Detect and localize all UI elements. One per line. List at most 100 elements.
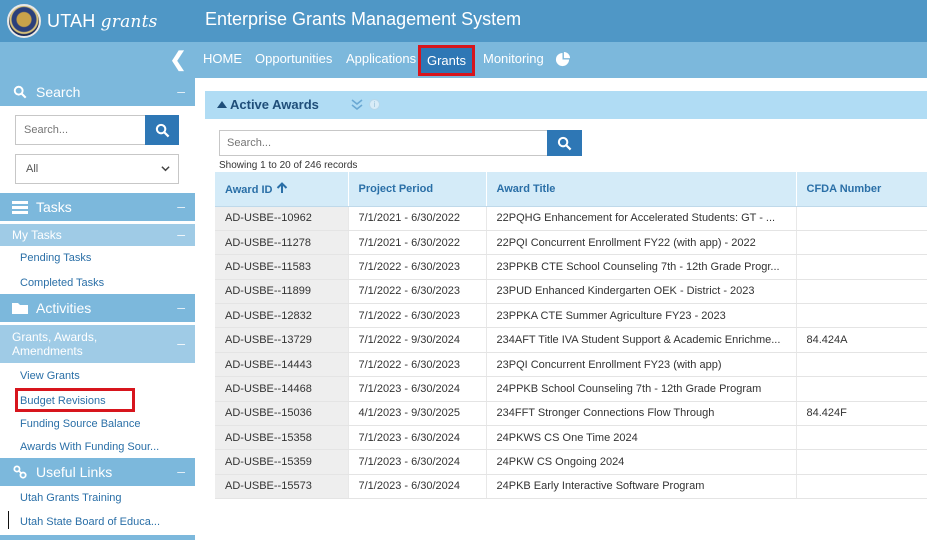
cell-project-period: 7/1/2023 - 6/30/2024 (347, 376, 486, 402)
grants-awards-label: Grants, Awards, Amendments (12, 330, 98, 358)
app-title: Enterprise Grants Management System (205, 9, 522, 29)
sidebar-grants-awards[interactable]: Grants, Awards, Amendments – (0, 325, 195, 363)
table-row[interactable]: AD-USBE--10962 7/1/2021 - 6/30/2022 22PQHG… (215, 206, 927, 231)
cell-project-period: 7/1/2023 - 6/30/2024 (347, 474, 486, 500)
table-row[interactable]: AD-USBE--11583 7/1/2022 - 6/30/2023 23PPKB… (215, 254, 927, 280)
chevron-down-icon (161, 166, 170, 172)
info-icon[interactable]: i (369, 99, 380, 110)
collapse-icon[interactable]: – (177, 299, 185, 315)
cell-award-id[interactable]: AD-USBE--14468 (215, 376, 348, 402)
table-row[interactable]: AD-USBE--11899 7/1/2022 - 6/30/2023 23PUD … (215, 279, 927, 305)
sidebar-section-activities[interactable]: Activities – (0, 294, 195, 322)
cell-award-id[interactable]: AD-USBE--10962 (215, 206, 348, 231)
sidebar-my-tasks[interactable]: My Tasks – (0, 224, 195, 246)
collapse-icon[interactable]: – (177, 463, 185, 479)
table-row[interactable]: AD-USBE--13729 7/1/2022 - 9/30/2024 234AFT… (215, 327, 927, 353)
table-row[interactable]: AD-USBE--14468 7/1/2023 - 6/30/2024 24PPKB… (215, 376, 927, 402)
nav-opportunities[interactable]: Opportunities (255, 51, 332, 66)
table-row[interactable]: AD-USBE--15573 7/1/2023 - 6/30/2024 24PKB … (215, 474, 927, 500)
nav-home[interactable]: HOME (203, 51, 242, 66)
cell-award-id[interactable]: AD-USBE--13729 (215, 327, 348, 353)
column-award-title[interactable]: Award Title (485, 172, 796, 207)
table-row[interactable]: AD-USBE--12832 7/1/2022 - 6/30/2023 23PPKA… (215, 303, 927, 329)
nav-applications[interactable]: Applications (346, 51, 416, 66)
cell-cfda-number (795, 279, 927, 305)
cell-award-title: 234FFT Stronger Connections Flow Through (485, 401, 796, 427)
highlight-box (15, 388, 135, 412)
link-utah-state-board[interactable]: Utah State Board of Educa... (20, 516, 160, 528)
cell-award-title: 24PKW CS Ongoing 2024 (485, 449, 796, 475)
collapse-icon[interactable]: – (177, 198, 185, 214)
cell-award-id[interactable]: AD-USBE--15358 (215, 425, 348, 451)
column-award-id[interactable]: Award ID (215, 172, 348, 207)
cell-project-period: 7/1/2021 - 6/30/2022 (347, 230, 486, 256)
brand-logo[interactable]: UTAH grants (0, 0, 195, 42)
awards-search-input[interactable] (219, 130, 547, 156)
cell-award-title: 234AFT Title IVA Student Support & Acade… (485, 327, 796, 353)
cell-project-period: 7/1/2022 - 6/30/2023 (347, 254, 486, 280)
link-utah-grants-training[interactable]: Utah Grants Training (20, 492, 122, 504)
table-row[interactable]: AD-USBE--15358 7/1/2023 - 6/30/2024 24PKWS… (215, 425, 927, 451)
table-row[interactable]: AD-USBE--15036 4/1/2023 - 9/30/2025 234FFT… (215, 401, 927, 427)
column-project-period[interactable]: Project Period (347, 172, 486, 207)
cell-award-id[interactable]: AD-USBE--14443 (215, 352, 348, 378)
cell-award-title: 24PPKB School Counseling 7th - 12th Grad… (485, 376, 796, 402)
sidebar-section-tasks[interactable]: Tasks – (0, 193, 195, 221)
sidebar-next-section (0, 535, 195, 540)
sidebar-section-search[interactable]: Search – (0, 78, 195, 106)
utah-seal-icon (7, 4, 41, 38)
table-row[interactable]: AD-USBE--11278 7/1/2021 - 6/30/2022 22PQI … (215, 230, 927, 256)
cell-cfda-number (795, 206, 927, 231)
nav-grants-active[interactable]: Grants (418, 45, 475, 76)
cell-award-id[interactable]: AD-USBE--12832 (215, 303, 348, 329)
cell-award-title: 22PQHG Enhancement for Accelerated Stude… (485, 206, 796, 231)
collapse-icon[interactable]: – (177, 336, 185, 350)
cell-cfda-number (795, 376, 927, 402)
cell-cfda-number (795, 230, 927, 256)
cell-cfda-number (795, 474, 927, 500)
double-chevron-down-icon[interactable] (351, 98, 363, 111)
cell-award-id[interactable]: AD-USBE--15359 (215, 449, 348, 475)
cell-award-id[interactable]: AD-USBE--11899 (215, 279, 348, 305)
sort-ascending-icon (277, 181, 288, 193)
cell-cfda-number (795, 449, 927, 475)
link-pending-tasks[interactable]: Pending Tasks (20, 252, 91, 264)
pie-chart-icon[interactable] (555, 52, 570, 67)
collapse-sidebar-chevron-icon[interactable]: ❮ (168, 49, 188, 71)
awards-search-button[interactable] (547, 130, 582, 156)
link-awards-with-funding-source[interactable]: Awards With Funding Sour... (20, 441, 159, 453)
awards-table: Award ID Project Period Award Title CFDA… (215, 172, 927, 500)
sidebar-section-useful-links[interactable]: Useful Links – (0, 458, 195, 486)
tasks-list-icon (12, 201, 28, 214)
sidebar-search-input[interactable] (15, 115, 145, 145)
cell-award-id[interactable]: AD-USBE--15036 (215, 401, 348, 427)
collapse-icon[interactable]: – (177, 226, 185, 242)
collapse-icon[interactable]: – (177, 83, 185, 99)
table-row[interactable]: AD-USBE--15359 7/1/2023 - 6/30/2024 24PKW … (215, 449, 927, 475)
cell-award-title: 23PPKA CTE Summer Agriculture FY23 - 202… (485, 303, 796, 329)
table-row[interactable]: AD-USBE--14443 7/1/2022 - 6/30/2023 23PQI … (215, 352, 927, 378)
cell-project-period: 7/1/2022 - 6/30/2023 (347, 352, 486, 378)
column-cfda-number[interactable]: CFDA Number (795, 172, 927, 207)
link-view-grants[interactable]: View Grants (20, 370, 80, 382)
sidebar-filter-select[interactable]: All (15, 154, 179, 184)
cell-project-period: 7/1/2022 - 9/30/2024 (347, 327, 486, 353)
sidebar-search-button[interactable] (145, 115, 179, 145)
cell-project-period: 7/1/2023 - 6/30/2024 (347, 449, 486, 475)
select-value: All (26, 163, 39, 175)
active-awards-title: Active Awards (217, 97, 319, 112)
cell-award-id[interactable]: AD-USBE--11278 (215, 230, 348, 256)
active-awards-header[interactable]: Active Awards i (205, 91, 927, 119)
nav-monitoring[interactable]: Monitoring (483, 51, 544, 66)
cell-cfda-number (795, 303, 927, 329)
link-completed-tasks[interactable]: Completed Tasks (20, 277, 104, 289)
cell-award-title: 23PQI Concurrent Enrollment FY23 (with a… (485, 352, 796, 378)
cell-cfda-number (795, 352, 927, 378)
search-icon (557, 136, 572, 150)
search-icon (155, 123, 169, 137)
collapse-triangle-icon (217, 101, 227, 108)
cell-award-id[interactable]: AD-USBE--15573 (215, 474, 348, 500)
cell-project-period: 4/1/2023 - 9/30/2025 (347, 401, 486, 427)
link-funding-source-balance[interactable]: Funding Source Balance (20, 418, 140, 430)
cell-award-id[interactable]: AD-USBE--11583 (215, 254, 348, 280)
